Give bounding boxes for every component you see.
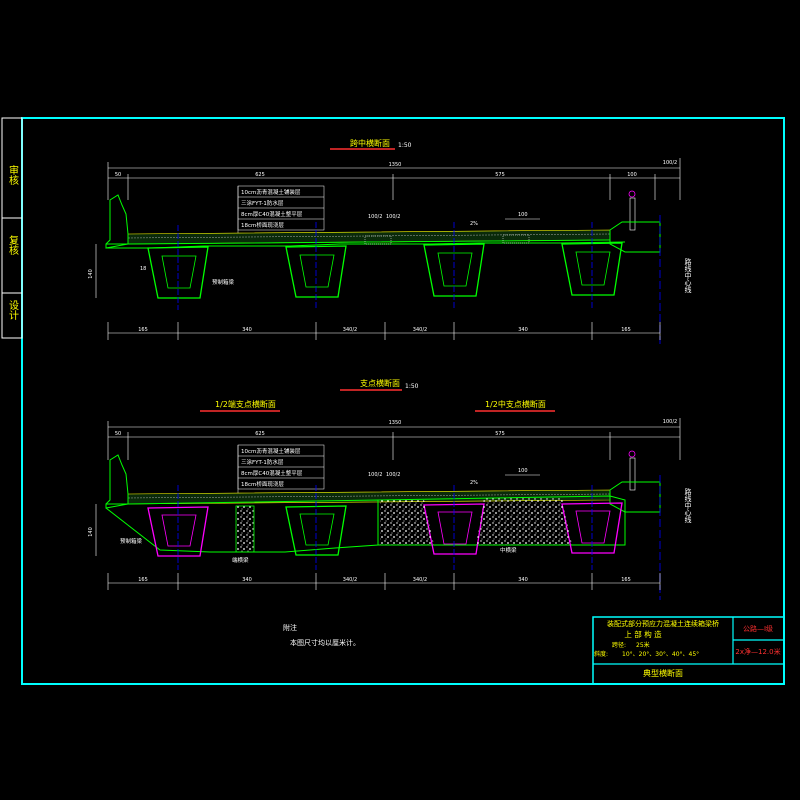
sub-right-title: 1/2中支点横断面: [485, 399, 546, 409]
dim-top-2: 575: [495, 172, 505, 178]
support-layer-3: 18cm桥面现浇层: [241, 480, 284, 488]
skew-key: 斜度:: [594, 650, 608, 658]
drawing-canvas: 审核 复核 设计 跨中横断面 1:50 1350 100/2 50 625 57…: [1, 117, 785, 685]
notes-text: 本图尺寸均以厘米计。: [290, 638, 360, 647]
midspan-scale: 1:50: [398, 142, 412, 149]
support-dim-bottom-3: 340/2: [413, 577, 427, 583]
sub-left-title: 1/2端支点横断面: [215, 399, 276, 409]
support-half-width: 100/2: [663, 419, 677, 425]
end-diaphragm-label: 端横梁: [232, 556, 249, 564]
drawing-frame: [21, 117, 785, 685]
support-dim-bottom-4: 340: [518, 577, 528, 583]
support-dim-top-0: 50: [115, 431, 121, 437]
support-dim-top-1: 625: [255, 431, 265, 437]
skew-value: 10°、20°、30°、40°、45°: [622, 651, 699, 658]
stamp-design: 设计: [7, 300, 19, 321]
title-block: 装配式部分预应力混凝土连续箱梁桥 上 部 构 造 跨径: 25米 斜度: 10°…: [592, 616, 785, 685]
local-dim-3: 100: [518, 212, 528, 218]
mid-diaphragm-label: 中横梁: [500, 546, 517, 554]
support-centerline-label: 路线中心线: [684, 487, 692, 523]
midspan-half-width: 100/2: [663, 160, 677, 166]
load-grade: 公路—Ⅰ级: [743, 624, 773, 633]
dim-bottom-5: 165: [621, 327, 631, 333]
dim-top-3: 100: [627, 172, 637, 178]
support-local-dim-0: 100/2: [368, 472, 382, 478]
span-value: 25米: [636, 641, 650, 649]
support-dim-bottom-2: 340/2: [343, 577, 357, 583]
local-dim-2: 2%: [470, 221, 478, 227]
midspan-total-width: 1350: [389, 162, 402, 168]
support-layer-1: 三涂FYT-1防水层: [241, 458, 284, 466]
right-rail-post: [629, 197, 636, 231]
local-dim-0: 100/2: [368, 214, 382, 220]
dim-bottom-0: 165: [138, 327, 148, 333]
dim-bottom-2: 340/2: [343, 327, 357, 333]
midspan-section: 跨中横断面 1:50 1350 100/2 50 625 575 100 10c…: [88, 138, 692, 345]
layer-2: 8cm厚C40混凝土整平层: [241, 210, 303, 218]
left-dim: 18: [140, 266, 146, 272]
support-dim-bottom-5: 165: [621, 577, 631, 583]
support-scale: 1:50: [405, 383, 419, 390]
layer-3: 18cm桥面现浇层: [241, 221, 284, 229]
left-barrier: [105, 194, 129, 249]
support-dim-top-2: 575: [495, 431, 505, 437]
dim-bottom-1: 340: [242, 327, 252, 333]
end-beam-fill: [235, 505, 255, 553]
lane-width: 2x净—12.0米: [735, 647, 780, 656]
layer-0: 10cm沥青混凝土铺装层: [241, 188, 301, 196]
support-beam-label: 预制箱梁: [120, 537, 143, 545]
layer-1: 三涂FYT-1防水层: [241, 199, 284, 207]
dim-bottom-3: 340/2: [413, 327, 427, 333]
dim-top-1: 625: [255, 172, 265, 178]
support-local-dim-2: 2%: [470, 480, 478, 486]
support-layer-0: 10cm沥青混凝土铺装层: [241, 447, 301, 455]
support-total-width: 1350: [389, 420, 402, 426]
support-layer-2: 8cm厚C40混凝土整平层: [241, 469, 303, 477]
support-dim-bottom-0: 165: [138, 577, 148, 583]
midspan-title: 跨中横断面: [350, 138, 390, 148]
support-section: 支点横断面 1:50 1/2端支点横断面 1/2中支点横断面 1350 100/…: [88, 378, 692, 600]
span-key: 跨径:: [612, 641, 626, 649]
local-dim-1: 100/2: [386, 214, 400, 220]
support-local-dim-1: 100/2: [386, 472, 400, 478]
part-title: 上 部 构 造: [624, 629, 662, 639]
dim-top-0: 50: [115, 172, 121, 178]
notes-heading: 附注: [283, 623, 297, 632]
centerline-label: 路线中心线: [684, 257, 692, 293]
stamp-check: 复核: [7, 234, 19, 256]
support-height-dim: 140: [88, 527, 94, 537]
stamp-review: 审核: [7, 164, 19, 186]
drawing-title: 典型横断面: [643, 668, 683, 678]
support-local-dim-3: 100: [518, 468, 528, 474]
support-dim-bottom-1: 340: [242, 577, 252, 583]
support-title: 支点横断面: [360, 378, 400, 388]
dim-bottom-4: 340: [518, 327, 528, 333]
project-title: 装配式部分预应力混凝土连续箱梁桥: [607, 619, 719, 628]
height-dim: 140: [88, 269, 94, 279]
beam-label: 预制箱梁: [212, 278, 235, 286]
